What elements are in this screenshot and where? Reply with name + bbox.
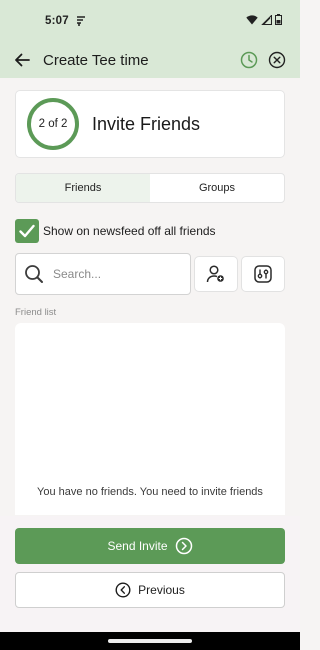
- sliders-icon: [254, 265, 272, 283]
- wifi-icon: [246, 14, 258, 28]
- add-person-icon: [206, 265, 224, 283]
- search-box: [15, 253, 191, 295]
- send-invite-button[interactable]: Send Invite: [15, 528, 285, 564]
- search-input[interactable]: [53, 267, 173, 281]
- app-header: Create Tee time: [0, 42, 300, 78]
- newsfeed-checkbox-label: Show on newsfeed off all friends: [43, 224, 216, 238]
- search-icon: [25, 265, 43, 283]
- arrow-left-icon: [15, 53, 30, 67]
- back-button[interactable]: [12, 50, 32, 70]
- close-button[interactable]: [268, 51, 286, 69]
- status-bar: 5:07: [0, 0, 300, 42]
- home-handle[interactable]: [108, 639, 192, 643]
- send-invite-label: Send Invite: [107, 539, 168, 553]
- tab-bar: Friends Groups: [15, 173, 285, 203]
- tab-groups[interactable]: Groups: [150, 174, 284, 202]
- add-friend-button[interactable]: [194, 256, 238, 292]
- step-progress-ring: 2 of 2: [27, 98, 79, 150]
- empty-state-message: You have no friends. You need to invite …: [37, 486, 263, 498]
- friend-list-label: Friend list: [15, 307, 57, 318]
- notification-icon: [76, 16, 86, 26]
- newsfeed-checkbox[interactable]: [15, 219, 39, 243]
- previous-button[interactable]: Previous: [15, 572, 285, 608]
- clock-button[interactable]: [240, 51, 258, 69]
- chevron-right-circle-icon: [175, 537, 192, 555]
- previous-label: Previous: [138, 583, 185, 597]
- clock-icon: [240, 51, 258, 69]
- checkmark-icon: [19, 224, 35, 238]
- tab-friends[interactable]: Friends: [16, 174, 150, 202]
- system-nav-bar: [0, 632, 300, 650]
- status-time: 5:07: [45, 15, 69, 27]
- step-card: 2 of 2 Invite Friends: [15, 90, 285, 158]
- friend-list: You have no friends. You need to invite …: [15, 323, 285, 515]
- page-title: Create Tee time: [43, 51, 149, 69]
- close-circle-icon: [268, 51, 286, 69]
- battery-icon: [275, 14, 282, 28]
- step-title: Invite Friends: [92, 113, 201, 134]
- filter-button[interactable]: [241, 256, 285, 292]
- newsfeed-option: Show on newsfeed off all friends: [15, 219, 216, 243]
- chevron-left-circle-icon: [115, 582, 131, 598]
- status-icons: [246, 13, 282, 28]
- step-indicator: 2 of 2: [38, 118, 68, 130]
- signal-icon: [261, 13, 273, 28]
